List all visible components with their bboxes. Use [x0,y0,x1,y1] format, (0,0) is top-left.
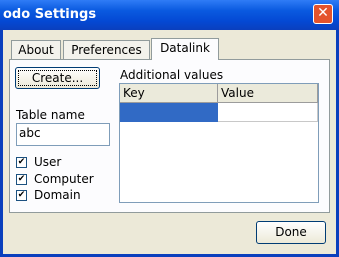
close-icon: ✕ [317,5,329,21]
tab-about-label: About [18,43,54,57]
done-button[interactable]: Done [256,221,326,244]
close-button[interactable]: ✕ [313,4,333,24]
create-button[interactable]: Create... [15,67,100,89]
checkmark-icon: ✔ [17,190,26,200]
computer-checkbox-label: Computer [34,172,94,186]
window-title: odo Settings [3,7,97,22]
grid-title: Additional values [120,68,224,82]
tab-datalink-label: Datalink [160,41,210,55]
title-bar[interactable]: odo Settings ✕ [0,0,339,30]
table-name-input[interactable]: abc [16,123,110,146]
tab-datalink[interactable]: Datalink [151,38,219,60]
value-cell[interactable] [218,103,318,122]
done-button-label: Done [275,225,307,239]
additional-values-grid[interactable]: Key Value [119,83,319,203]
computer-checkbox[interactable]: ✔ [16,174,27,185]
tab-preferences-label: Preferences [71,43,142,57]
tab-preferences[interactable]: Preferences [63,40,150,60]
tab-about[interactable]: About [11,40,61,60]
user-checkbox-label: User [34,155,62,169]
checkmark-icon: ✔ [17,174,26,184]
column-header-key[interactable]: Key [120,84,218,103]
column-header-value[interactable]: Value [218,84,318,103]
user-checkbox[interactable]: ✔ [16,157,27,168]
domain-checkbox[interactable]: ✔ [16,190,27,201]
checkmark-icon: ✔ [17,157,26,167]
focus-rect [18,70,97,86]
table-name-label: Table name [16,108,85,122]
selected-key-cell[interactable] [120,103,218,122]
domain-checkbox-label: Domain [34,188,81,202]
